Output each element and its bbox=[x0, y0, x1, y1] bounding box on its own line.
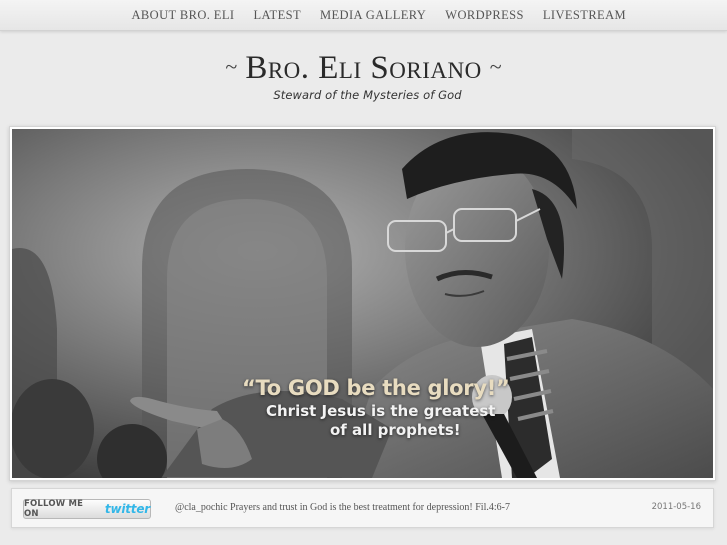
site-tagline: Steward of the Mysteries of God bbox=[273, 88, 462, 102]
tweet-date: 2011-05-16 bbox=[651, 502, 701, 512]
top-navigation: ABOUT BRO. ELI LATEST MEDIA GALLERY WORD… bbox=[0, 0, 727, 31]
site-logo[interactable]: ~ Bro. Eli Soriano ~ Steward of the Myst… bbox=[0, 50, 727, 102]
nav-item-media-gallery[interactable]: MEDIA GALLERY bbox=[311, 8, 436, 23]
hero-banner: “To GOD be the glory!” Christ Jesus is t… bbox=[9, 126, 716, 481]
follow-on-twitter-button[interactable]: FOLLOW ME ON twitter bbox=[23, 499, 151, 519]
hero-photo: “To GOD be the glory!” Christ Jesus is t… bbox=[12, 129, 713, 478]
site-name: Bro. Eli Soriano bbox=[245, 50, 482, 86]
hero-quote: “To GOD be the glory!” Christ Jesus is t… bbox=[242, 376, 510, 439]
right-swash-ornament: ~ bbox=[489, 53, 502, 79]
nav-menu: ABOUT BRO. ELI LATEST MEDIA GALLERY WORD… bbox=[122, 0, 636, 31]
follow-button-label: FOLLOW ME ON bbox=[24, 499, 84, 519]
quote-line-3: of all prophets! bbox=[330, 421, 461, 439]
logo-title: ~ Bro. Eli Soriano ~ bbox=[225, 50, 501, 87]
quote-line-2: Christ Jesus is the greatest bbox=[266, 402, 496, 420]
nav-item-about[interactable]: ABOUT BRO. ELI bbox=[122, 8, 244, 23]
twitter-logo-icon: twitter bbox=[104, 502, 150, 516]
latest-tweet-text[interactable]: @cla_pochic Prayers and trust in God is … bbox=[175, 502, 510, 513]
nav-item-wordpress[interactable]: WORDPRESS bbox=[436, 8, 534, 23]
twitter-feed-bar: FOLLOW ME ON twitter @cla_pochic Prayers… bbox=[11, 488, 714, 528]
quote-headline: “To GOD be the glory!” bbox=[242, 376, 510, 400]
left-swash-ornament: ~ bbox=[225, 53, 238, 79]
nav-item-latest[interactable]: LATEST bbox=[244, 8, 311, 23]
nav-item-livestream[interactable]: LIVESTREAM bbox=[533, 8, 635, 23]
